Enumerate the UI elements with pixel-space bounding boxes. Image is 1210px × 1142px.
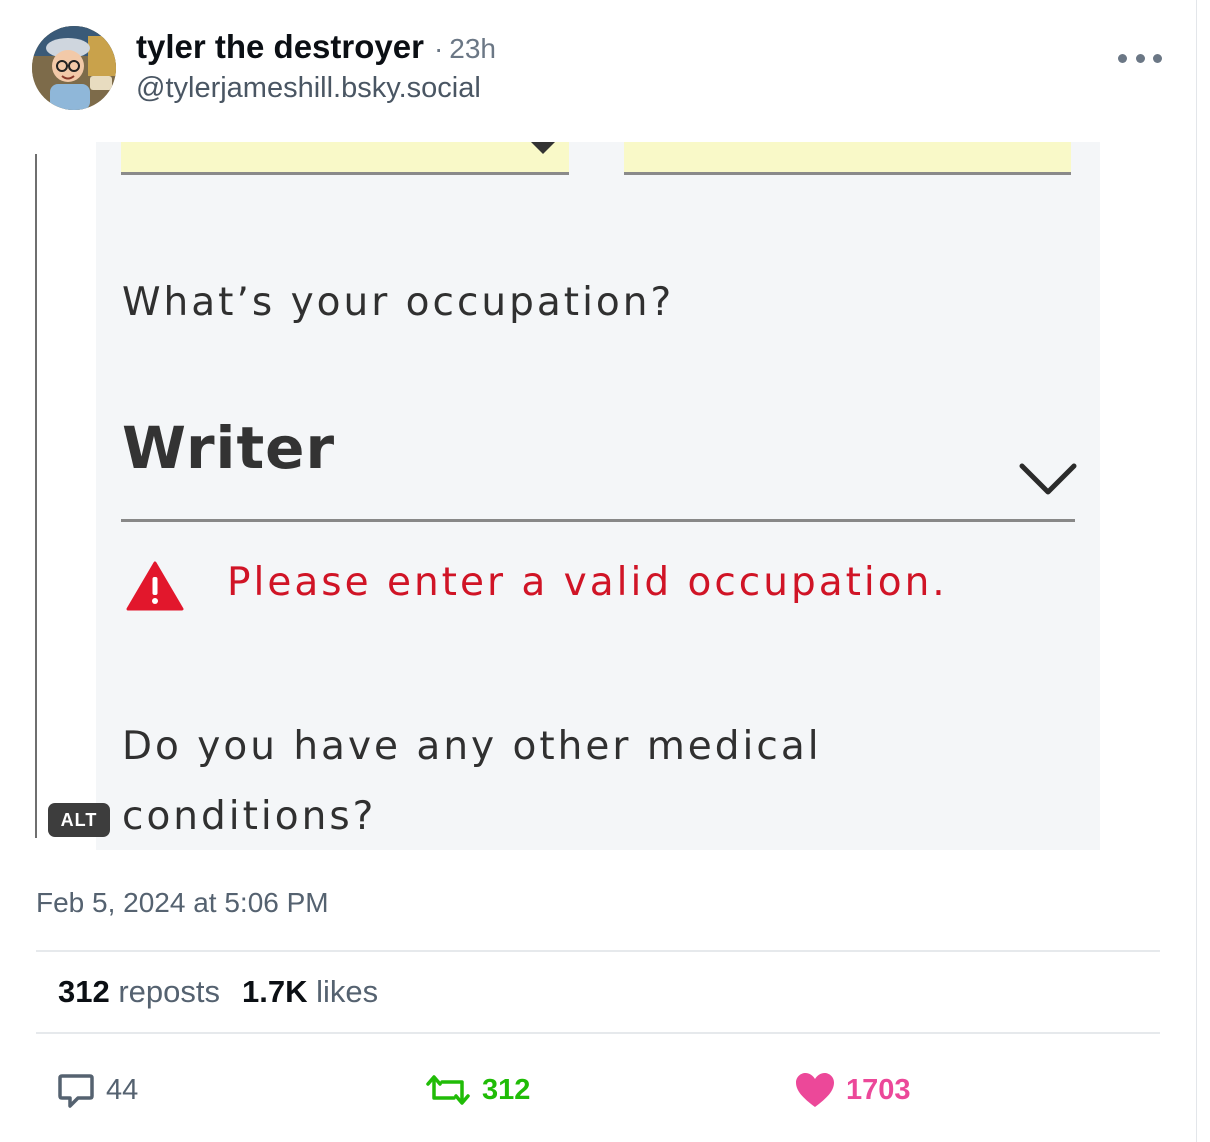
reposts-stat[interactable]: 312 reposts: [58, 974, 220, 1010]
like-button[interactable]: 1703: [794, 1068, 911, 1112]
author-display-name[interactable]: tyler the destroyer: [136, 28, 424, 66]
repost-button[interactable]: 312: [424, 1068, 530, 1112]
author-handle[interactable]: @tylerjameshill.bsky.social: [136, 72, 481, 105]
avatar[interactable]: [32, 26, 116, 110]
like-icon: [796, 1073, 834, 1107]
likes-count: 1.7K: [242, 974, 308, 1009]
divider: [36, 1032, 1160, 1034]
like-count: 1703: [846, 1073, 911, 1106]
error-message: Please enter a valid occupation.: [227, 560, 948, 605]
more-options-button[interactable]: [1118, 46, 1162, 70]
medical-question-line2: conditions?: [122, 794, 377, 839]
reply-icon: [58, 1074, 94, 1108]
likes-stat[interactable]: 1.7K likes: [242, 974, 378, 1010]
occupation-question: What’s your occupation?: [122, 280, 675, 325]
chevron-down-icon: [1019, 463, 1077, 495]
engagement-stats: 312 reposts 1.7K likes: [58, 974, 400, 1010]
embed-left-rule: [35, 154, 37, 838]
avatar-image: [32, 26, 116, 110]
reply-count: 44: [106, 1073, 139, 1106]
select-underline: [121, 519, 1075, 522]
reposts-count: 312: [58, 974, 110, 1009]
ellipsis-dot-icon: [1135, 53, 1145, 63]
occupation-answer: Writer: [122, 414, 336, 482]
ellipsis-dot-icon: [1153, 53, 1162, 63]
post-image[interactable]: What’s your occupation? Writer Please en…: [96, 142, 1100, 850]
medical-question-line1: Do you have any other medical: [122, 724, 822, 769]
reply-button[interactable]: 44: [56, 1068, 138, 1112]
repost-count: 312: [482, 1073, 531, 1106]
divider: [36, 950, 1160, 952]
post-timestamp: Feb 5, 2024 at 5:06 PM: [36, 887, 329, 918]
separator-dot: ·: [433, 33, 444, 64]
reposts-label: reposts: [118, 974, 221, 1009]
alt-text-badge[interactable]: ALT: [48, 803, 110, 837]
warning-icon: [126, 561, 184, 611]
caret-down-icon: [531, 142, 555, 154]
ellipsis-dot-icon: [1118, 53, 1127, 63]
post-author-line: tyler the destroyer · 23h: [136, 28, 496, 68]
likes-label: likes: [316, 974, 379, 1009]
feed-right-border: [1196, 0, 1197, 1142]
form-field-top-left: [121, 142, 569, 175]
post-time-ago[interactable]: 23h: [449, 33, 496, 65]
repost-icon: [426, 1075, 470, 1105]
form-field-top-right: [624, 142, 1071, 175]
